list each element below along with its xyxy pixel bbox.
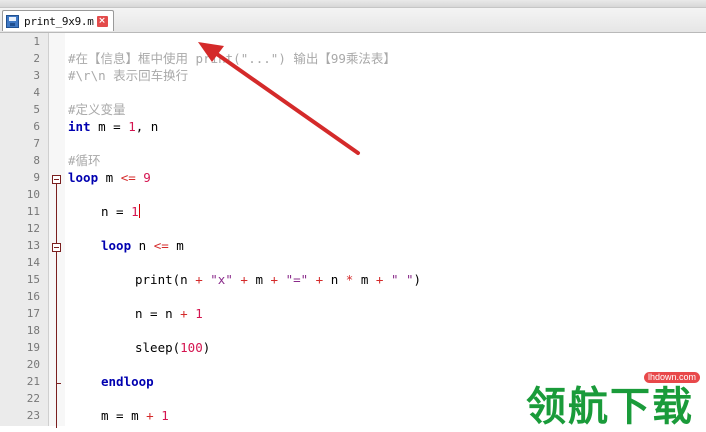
watermark-logo-text: 领航下载 <box>526 384 694 430</box>
arrow-head <box>198 42 224 62</box>
annotation-arrow <box>198 42 360 155</box>
arrow-shaft <box>212 50 360 155</box>
watermark: lhdown.com 领航下载 <box>522 372 706 430</box>
